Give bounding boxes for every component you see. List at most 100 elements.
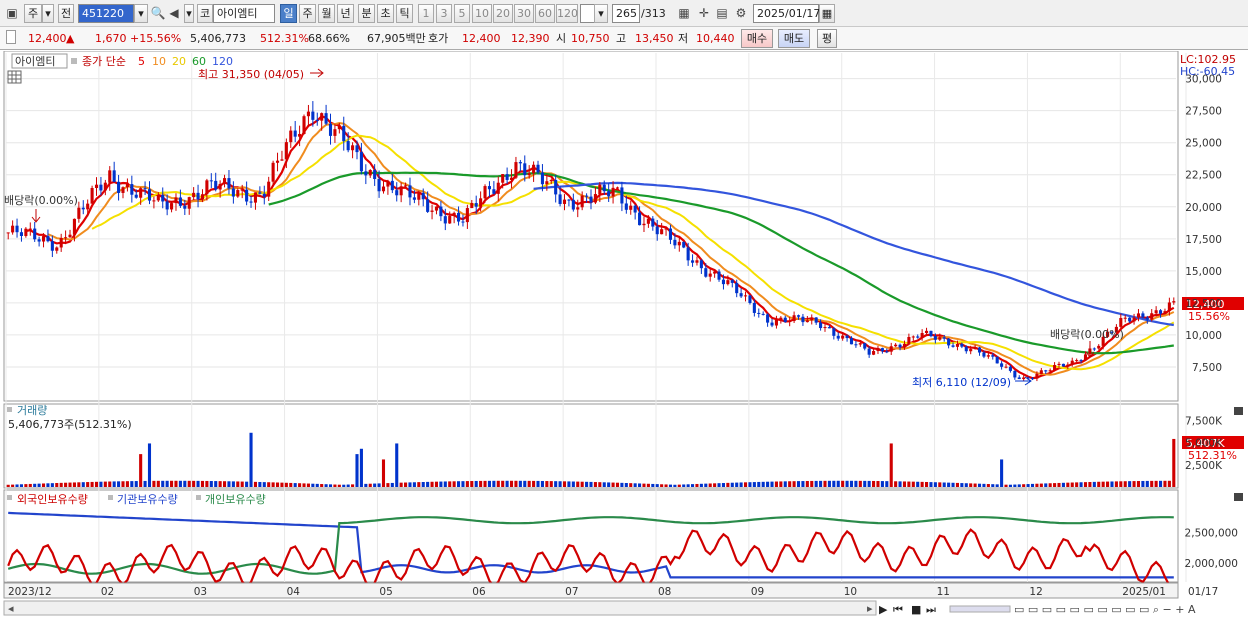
interval-20[interactable]: 20: [493, 4, 513, 23]
candle-body: [6, 232, 10, 234]
dropdown-arrow-icon[interactable]: ▾: [42, 4, 54, 23]
volume-bar: [849, 480, 854, 487]
candle-body: [311, 111, 315, 120]
tab-all[interactable]: 전: [58, 4, 74, 23]
candle-body: [1172, 301, 1176, 303]
candle-body: [611, 187, 615, 197]
volume-bar: [611, 482, 615, 487]
window-icon[interactable]: ▣: [4, 5, 20, 21]
top-toolbar: ▣ 주 ▾ 전 451220 ▾ 🔍 ◀ ▾ 코 아이엠티 일 주 월 년 분 …: [0, 0, 1248, 27]
panel-close-icon-2[interactable]: [1234, 493, 1243, 501]
volume-bar: [196, 480, 200, 487]
eval-button[interactable]: 평: [817, 29, 837, 48]
candle-body: [404, 185, 408, 187]
period-minute[interactable]: 분: [358, 4, 375, 23]
date-input[interactable]: 2025/01/17: [753, 4, 820, 23]
x-tick-label: 10: [844, 586, 857, 598]
candle-body: [1048, 370, 1052, 372]
volume-bar: [854, 480, 858, 487]
period-tick[interactable]: 틱: [396, 4, 413, 23]
volume-bar: [1004, 484, 1008, 487]
interval-120[interactable]: 120: [556, 4, 578, 23]
save-icon[interactable]: ▤: [714, 5, 730, 21]
code-dropdown-icon[interactable]: ▾: [134, 4, 148, 23]
scroll-right-icon[interactable]: ▸: [867, 602, 873, 615]
period-year[interactable]: 년: [337, 4, 354, 23]
volume-bar: [827, 480, 831, 487]
volume-ratio: 512.31%: [260, 32, 309, 45]
bar-count-input[interactable]: 265: [612, 4, 640, 23]
stop-icon[interactable]: ■: [911, 603, 921, 616]
candle-body: [735, 282, 739, 294]
change-percent: +15.56%: [130, 32, 182, 45]
candle-body: [973, 347, 977, 350]
volume-bar: [293, 483, 297, 487]
pct-tag: 15.56%: [1188, 310, 1230, 323]
volume-bar: [262, 482, 266, 487]
speaker-icon[interactable]: ◀: [166, 5, 182, 21]
candle-body: [218, 183, 222, 190]
candle-body: [408, 185, 412, 198]
calendar-icon[interactable]: ▦: [819, 4, 835, 23]
rewind-icon[interactable]: ⏮: [893, 603, 903, 616]
candle-body: [1075, 360, 1079, 362]
candle-body: [443, 216, 447, 224]
expand-icon[interactable]: [6, 30, 16, 44]
volume-bar: [995, 484, 999, 487]
volume-bar: [1022, 484, 1026, 487]
search-icon[interactable]: 🔍: [150, 5, 166, 21]
interval-30[interactable]: 30: [514, 4, 534, 23]
volume-bar: [15, 484, 19, 487]
forward-icon[interactable]: ⏭: [926, 603, 936, 616]
interval-10[interactable]: 10: [472, 4, 492, 23]
candle-body: [355, 145, 359, 153]
volume-bar: [11, 484, 15, 487]
candle-body: [757, 312, 761, 314]
candle-body: [156, 194, 160, 201]
market-badge[interactable]: 코: [197, 4, 213, 23]
volume-bar: [955, 482, 959, 487]
gear-icon[interactable]: ⚙: [733, 5, 749, 21]
grid-icon[interactable]: ▦: [676, 5, 692, 21]
crosshair-icon[interactable]: ✛: [696, 5, 712, 21]
high-annotation: 최고 31,350 (04/05): [198, 68, 304, 81]
interval-3[interactable]: 3: [436, 4, 452, 23]
scroll-left-icon[interactable]: ◂: [8, 602, 14, 615]
period-week[interactable]: 주: [299, 4, 316, 23]
interval-5[interactable]: 5: [454, 4, 470, 23]
play-icon[interactable]: ▶: [879, 603, 888, 616]
candle-body: [907, 336, 911, 344]
zoom-slider[interactable]: [949, 605, 1011, 613]
tab-week[interactable]: 주: [24, 4, 42, 23]
scrollbar[interactable]: [3, 600, 877, 616]
volume-bar: [509, 480, 514, 487]
candle-body: [743, 295, 748, 297]
stock-chart[interactable]: 아이엠티 종가 단순 5 10 20 60 120 LC:102.95 HC:-…: [0, 51, 1248, 621]
volume-bar: [1088, 482, 1092, 487]
custom-interval-dropdown-icon[interactable]: ▾: [594, 4, 608, 23]
volume-bar: [359, 448, 363, 487]
speaker-dropdown-icon[interactable]: ▾: [184, 4, 194, 23]
table-icon[interactable]: [7, 70, 22, 84]
stock-name-field[interactable]: 아이엠티: [213, 4, 275, 23]
period-second[interactable]: 초: [377, 4, 394, 23]
up-arrow-icon: ▲: [66, 32, 75, 45]
stock-code-input[interactable]: 451220: [78, 4, 134, 23]
interval-1[interactable]: 1: [418, 4, 434, 23]
buy-button[interactable]: 매수: [741, 29, 773, 48]
interval-60[interactable]: 60: [535, 4, 555, 23]
volume-bar: [1092, 481, 1096, 487]
candle-body: [174, 197, 178, 204]
period-day[interactable]: 일: [280, 4, 297, 23]
period-month[interactable]: 월: [318, 4, 335, 23]
volume-bar: [832, 480, 836, 487]
volume-bar: [713, 483, 717, 487]
volume-bar: [267, 482, 271, 487]
panel-close-icon[interactable]: [1234, 407, 1243, 415]
candle-body: [889, 346, 893, 352]
chart-tools-icons[interactable]: ▭ ▭ ▭ ▭ ▭ ▭ ▭ ▭ ▭ ▭ ⌕ − + A: [1014, 603, 1196, 616]
volume-bar: [942, 482, 946, 487]
candle-body: [986, 355, 990, 357]
candle-body: [567, 199, 571, 201]
sell-button[interactable]: 매도: [778, 29, 810, 48]
